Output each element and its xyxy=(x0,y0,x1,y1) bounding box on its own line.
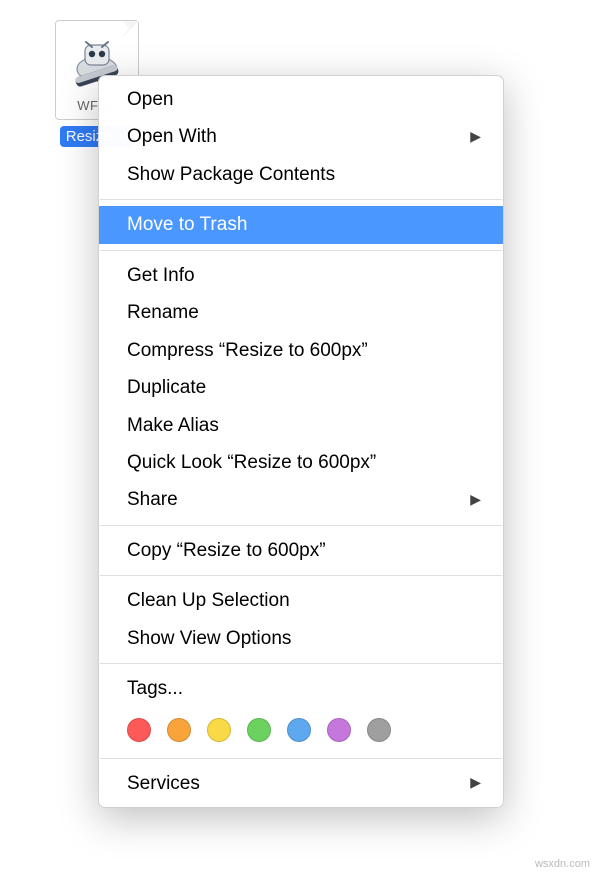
context-menu: Open Open With ▶ Show Package Contents M… xyxy=(98,75,504,808)
menu-tags[interactable]: Tags... xyxy=(99,670,503,707)
menu-label: Clean Up Selection xyxy=(127,586,290,615)
submenu-arrow-icon: ▶ xyxy=(470,489,481,511)
menu-label: Duplicate xyxy=(127,373,206,402)
menu-label: Open xyxy=(127,85,173,114)
menu-label: Copy “Resize to 600px” xyxy=(127,536,326,565)
menu-separator xyxy=(100,575,502,576)
tag-purple[interactable] xyxy=(327,718,351,742)
submenu-arrow-icon: ▶ xyxy=(470,772,481,794)
menu-label: Compress “Resize to 600px” xyxy=(127,336,368,365)
menu-move-to-trash[interactable]: Move to Trash xyxy=(99,206,503,243)
menu-clean-up-selection[interactable]: Clean Up Selection xyxy=(99,582,503,619)
tag-yellow[interactable] xyxy=(207,718,231,742)
tags-color-row xyxy=(99,708,503,752)
menu-separator xyxy=(100,663,502,664)
menu-separator xyxy=(100,199,502,200)
submenu-arrow-icon: ▶ xyxy=(470,126,481,148)
menu-rename[interactable]: Rename xyxy=(99,294,503,331)
menu-separator xyxy=(100,525,502,526)
menu-label: Open With xyxy=(127,122,217,151)
menu-compress[interactable]: Compress “Resize to 600px” xyxy=(99,332,503,369)
tag-green[interactable] xyxy=(247,718,271,742)
menu-label: Show Package Contents xyxy=(127,160,335,189)
menu-label: Tags... xyxy=(127,674,183,703)
menu-duplicate[interactable]: Duplicate xyxy=(99,369,503,406)
menu-label: Show View Options xyxy=(127,624,291,653)
menu-separator xyxy=(100,250,502,251)
tag-gray[interactable] xyxy=(367,718,391,742)
menu-label: Services xyxy=(127,769,200,798)
menu-open-with[interactable]: Open With ▶ xyxy=(99,118,503,155)
menu-show-package-contents[interactable]: Show Package Contents xyxy=(99,156,503,193)
menu-label: Quick Look “Resize to 600px” xyxy=(127,448,376,477)
menu-label: Make Alias xyxy=(127,411,219,440)
menu-quick-look[interactable]: Quick Look “Resize to 600px” xyxy=(99,444,503,481)
menu-label: Share xyxy=(127,485,178,514)
menu-label: Get Info xyxy=(127,261,195,290)
menu-make-alias[interactable]: Make Alias xyxy=(99,407,503,444)
menu-get-info[interactable]: Get Info xyxy=(99,257,503,294)
menu-separator xyxy=(100,758,502,759)
menu-share[interactable]: Share ▶ xyxy=(99,481,503,518)
menu-label: Move to Trash xyxy=(127,210,247,239)
tag-red[interactable] xyxy=(127,718,151,742)
menu-copy[interactable]: Copy “Resize to 600px” xyxy=(99,532,503,569)
tag-blue[interactable] xyxy=(287,718,311,742)
menu-show-view-options[interactable]: Show View Options xyxy=(99,620,503,657)
menu-label: Rename xyxy=(127,298,199,327)
menu-open[interactable]: Open xyxy=(99,81,503,118)
tag-orange[interactable] xyxy=(167,718,191,742)
menu-services[interactable]: Services ▶ xyxy=(99,765,503,802)
watermark: wsxdn.com xyxy=(535,858,590,870)
